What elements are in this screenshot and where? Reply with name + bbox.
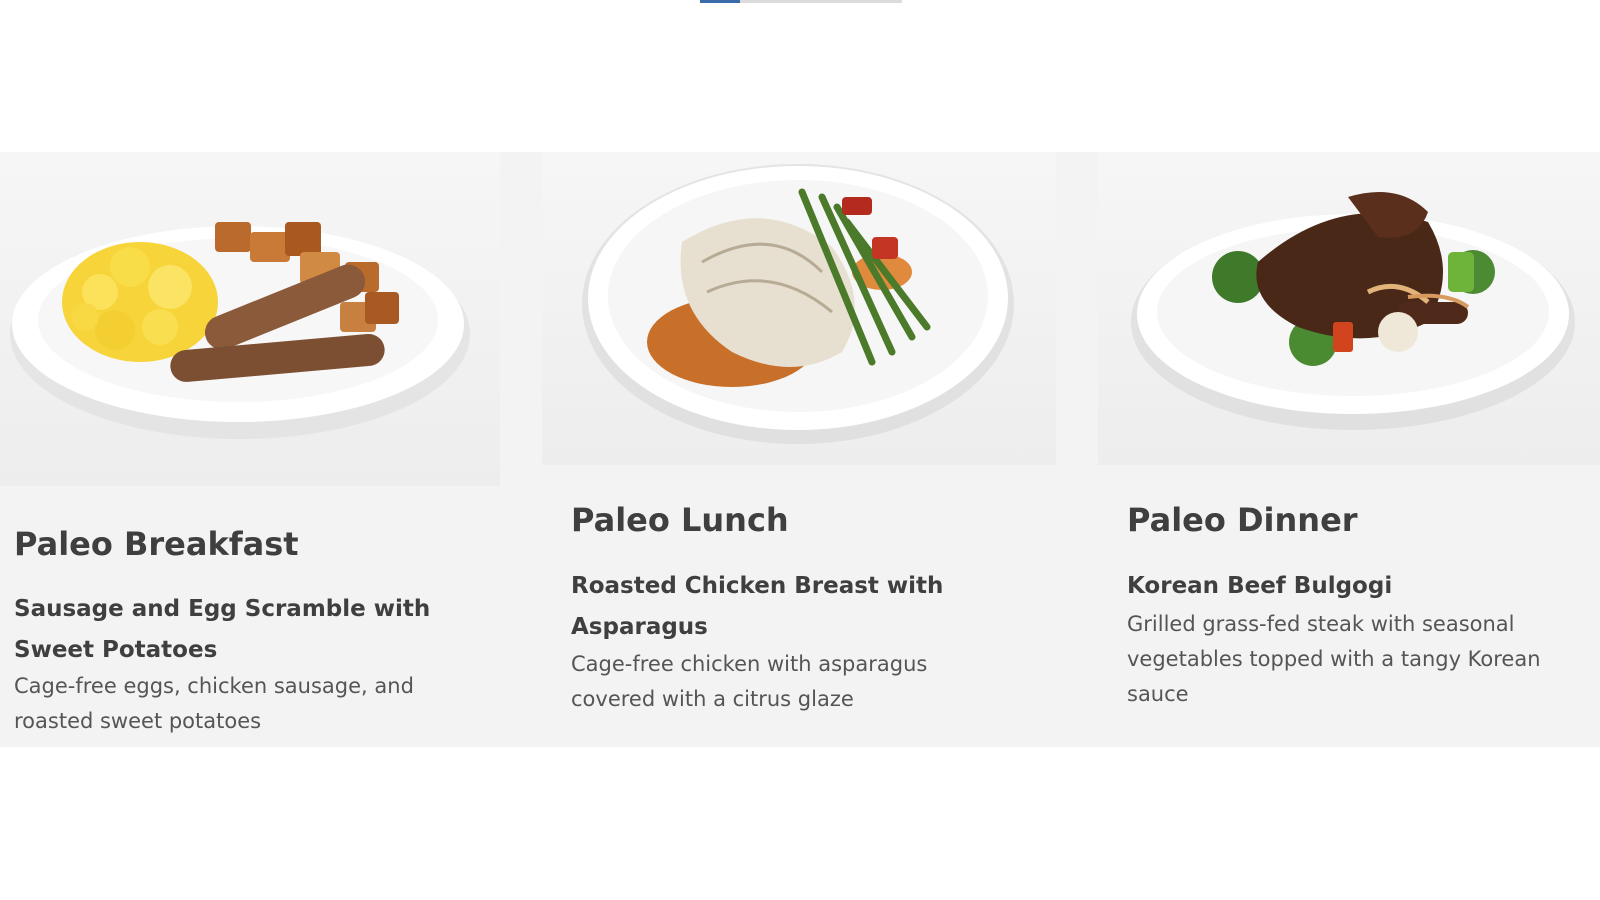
card-title[interactable]: Paleo Lunch bbox=[571, 501, 789, 539]
dish-description: Cage-free eggs, chicken sausage, and roa… bbox=[14, 674, 414, 733]
card-title[interactable]: Paleo Breakfast bbox=[14, 525, 299, 563]
carousel-indicator[interactable] bbox=[700, 0, 902, 3]
meal-cards: Paleo Breakfast Sausage and Egg Scramble… bbox=[0, 152, 1600, 747]
carousel-indicator-active[interactable] bbox=[700, 0, 740, 3]
eggs-icon bbox=[62, 242, 218, 362]
lunch-plate-image bbox=[582, 164, 1014, 444]
dish-name: Roasted Chicken Breast with Asparagus bbox=[571, 573, 944, 640]
pepper-icon bbox=[872, 237, 898, 259]
dish-name: Korean Beef Bulgogi bbox=[1127, 573, 1393, 599]
card-title[interactable]: Paleo Dinner bbox=[1127, 501, 1358, 539]
pepper-icon bbox=[842, 197, 872, 215]
cauliflower-icon bbox=[1378, 312, 1418, 352]
meal-card-dinner[interactable]: Paleo Dinner Korean Beef Bulgogi Grilled… bbox=[1098, 152, 1600, 747]
beef-icon bbox=[1256, 192, 1468, 339]
dinner-plate-photo bbox=[1098, 152, 1600, 465]
dinner-plate-image bbox=[1131, 192, 1575, 430]
dish-name: Sausage and Egg Scramble with Sweet Pota… bbox=[14, 596, 431, 663]
breakfast-plate-image bbox=[10, 222, 470, 439]
meal-card-lunch[interactable]: Paleo Lunch Roasted Chicken Breast with … bbox=[542, 152, 1098, 747]
dish-description: Grilled grass-fed steak with seasonal ve… bbox=[1127, 612, 1541, 706]
zucchini-icon bbox=[1448, 252, 1474, 292]
dish-description: Cage-free chicken with asparagus covered… bbox=[571, 652, 928, 711]
lunch-plate-photo bbox=[542, 152, 1056, 465]
meal-card-breakfast[interactable]: Paleo Breakfast Sausage and Egg Scramble… bbox=[0, 152, 542, 747]
carrot-icon bbox=[1333, 322, 1353, 352]
breakfast-plate-photo bbox=[0, 152, 500, 486]
